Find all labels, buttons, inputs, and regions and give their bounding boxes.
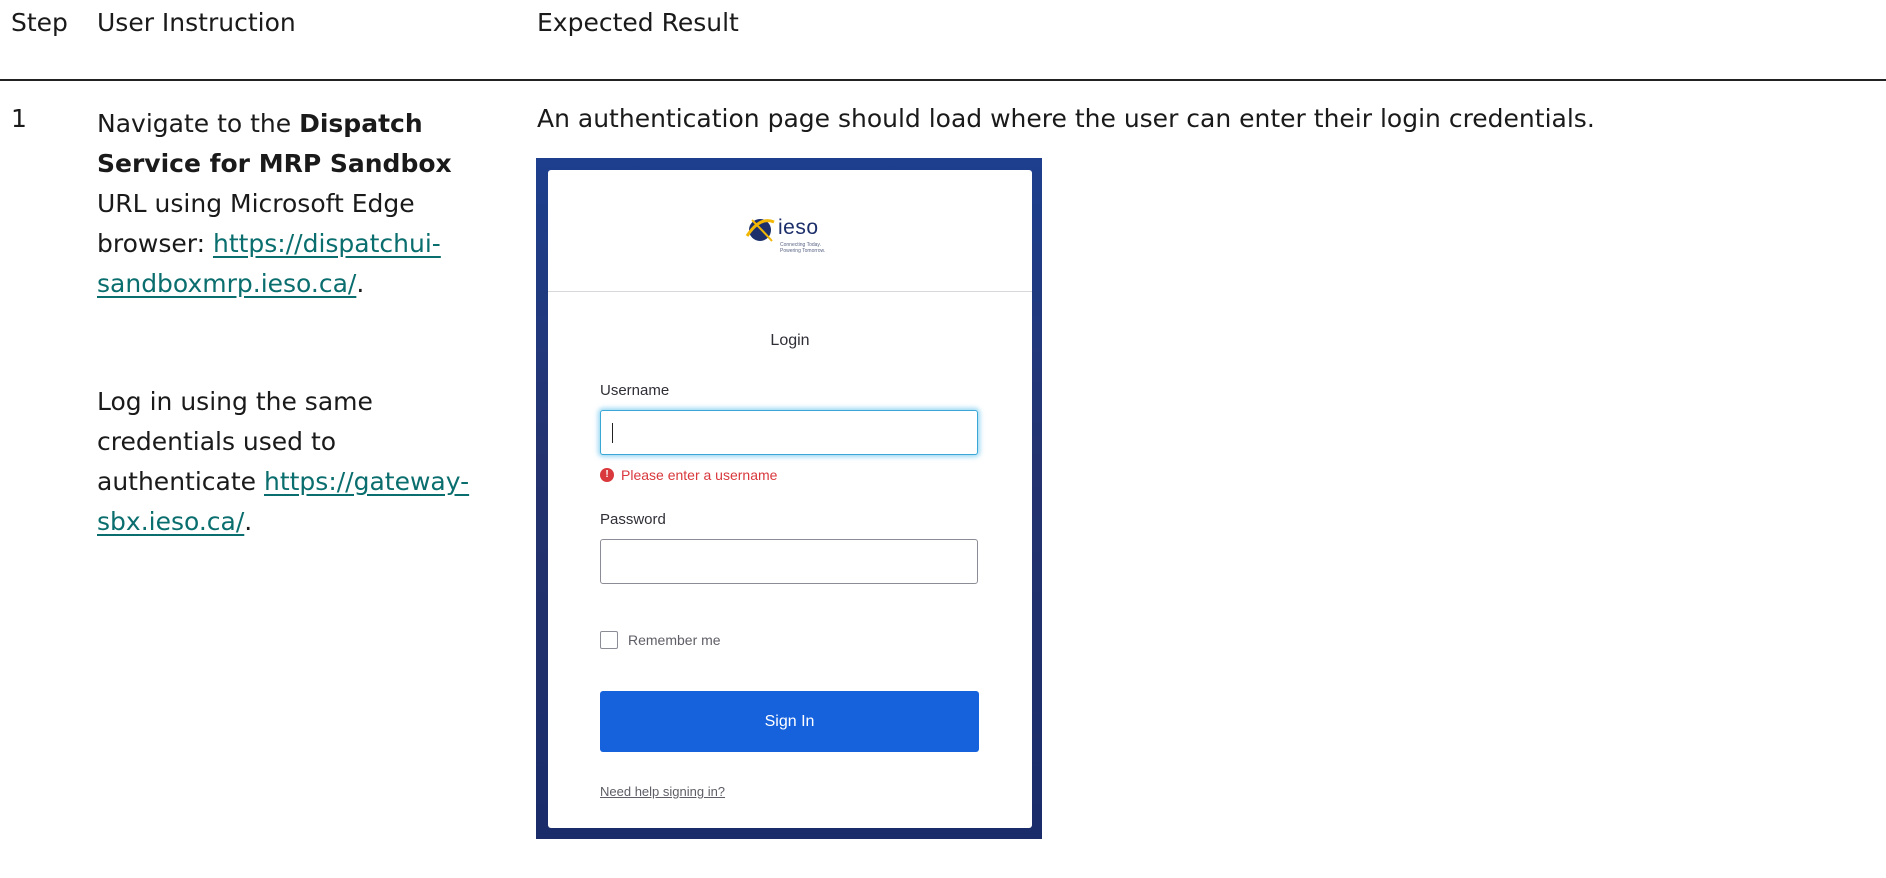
- password-input[interactable]: [600, 539, 978, 584]
- step-number: 1: [11, 104, 27, 133]
- login-page-screenshot: ieso Connecting Today. Powering Tomorrow…: [536, 158, 1042, 839]
- column-header-expected-result: Expected Result: [537, 8, 739, 37]
- password-label: Password: [600, 511, 666, 528]
- username-label: Username: [600, 382, 670, 399]
- instruction-paragraph-login: Log in using the same credentials used t…: [97, 382, 497, 542]
- card-header-divider: [548, 291, 1032, 292]
- instruction-paragraph-navigate: Navigate to the Dispatch Service for MRP…: [97, 104, 497, 304]
- instruction-text: .: [356, 269, 365, 298]
- sign-in-button[interactable]: Sign In: [600, 691, 979, 752]
- test-step-document: Step User Instruction Expected Result 1 …: [0, 0, 1886, 878]
- text-cursor: [612, 423, 613, 443]
- username-input[interactable]: [600, 410, 978, 455]
- user-instruction-cell: Navigate to the Dispatch Service for MRP…: [97, 104, 497, 542]
- remember-me-label: Remember me: [628, 632, 721, 648]
- instruction-text: Navigate to the: [97, 109, 300, 138]
- column-header-step: Step: [11, 8, 68, 37]
- ieso-globe-icon: [745, 219, 775, 242]
- logo-tagline-line-2: Powering Tomorrow.: [780, 248, 826, 254]
- header-divider: [0, 79, 1886, 81]
- username-error: ! Please enter a username: [600, 467, 777, 483]
- error-icon: !: [600, 468, 614, 482]
- username-error-text: Please enter a username: [621, 467, 778, 483]
- ieso-logo: ieso Connecting Today. Powering Tomorrow…: [744, 214, 864, 264]
- expected-result-text: An authentication page should load where…: [537, 104, 1595, 133]
- login-title: Login: [770, 332, 810, 349]
- need-help-link[interactable]: Need help signing in?: [600, 784, 725, 799]
- remember-me-row[interactable]: Remember me: [600, 631, 721, 649]
- instruction-text: .: [244, 507, 253, 536]
- logo-tagline: Connecting Today. Powering Tomorrow.: [780, 242, 840, 254]
- remember-me-checkbox[interactable]: [600, 631, 618, 649]
- login-card: ieso Connecting Today. Powering Tomorrow…: [548, 170, 1032, 828]
- column-header-user-instruction: User Instruction: [97, 8, 296, 37]
- logo-wordmark: ieso: [778, 216, 819, 239]
